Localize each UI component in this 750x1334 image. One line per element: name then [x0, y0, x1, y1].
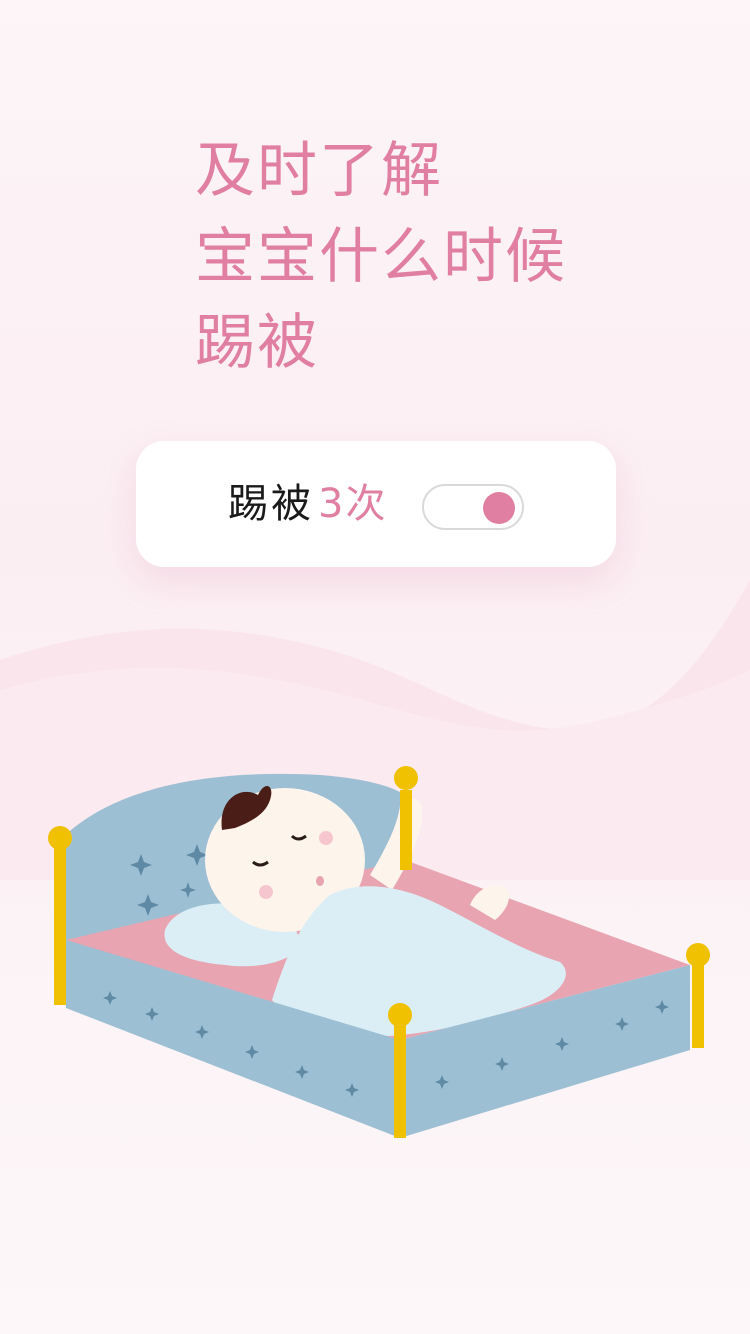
kick-count-card: 踢被 3次	[136, 441, 616, 567]
toggle-knob	[483, 492, 515, 524]
headline-line-1: 及时了解	[195, 136, 443, 206]
headline-line-2: 宝宝什么时候	[195, 222, 567, 292]
kick-label: 踢被	[228, 481, 314, 527]
kick-count: 3次	[318, 481, 388, 527]
sleeping-baby-in-bed-illustration	[48, 766, 710, 1138]
headline-line-3: 踢被	[195, 308, 319, 378]
kick-alert-toggle[interactable]	[422, 484, 524, 530]
headline: 及时了解 宝宝什么时候 踢被	[195, 128, 567, 386]
